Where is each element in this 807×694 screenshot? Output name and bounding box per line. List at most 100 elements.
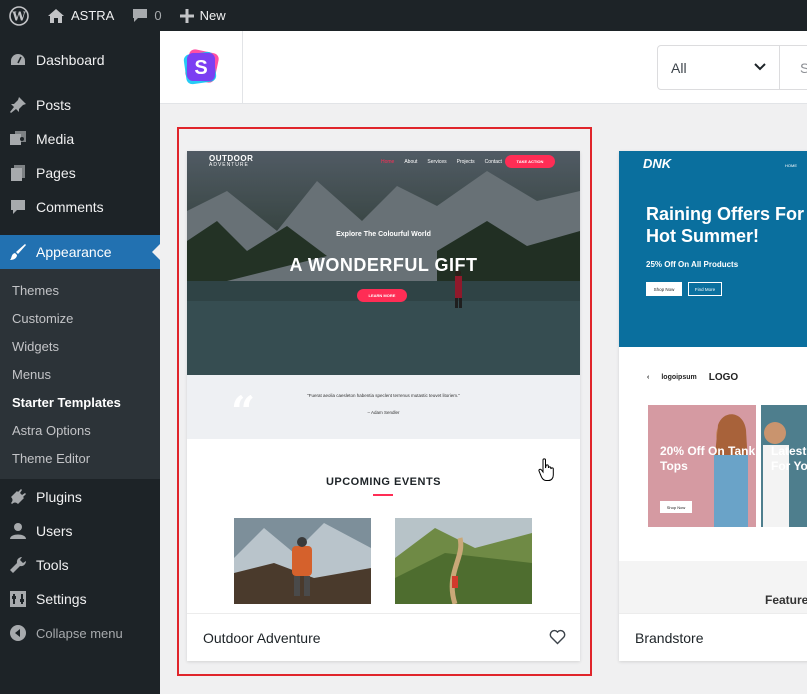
promo-shop-button: Shop Now [660, 501, 692, 513]
heart-icon[interactable] [549, 629, 566, 645]
new-content-link[interactable]: New [171, 0, 235, 31]
chevron-down-icon [754, 63, 766, 71]
sidebar-item-label: Pages [36, 165, 76, 181]
template-name: Brandstore [635, 629, 704, 646]
brandstore-preview-nav: HOME [785, 163, 797, 168]
template-card-footer: Brandstore [619, 613, 807, 661]
outdoor-preview-logo: OUTDOOR ADVENTURE [209, 154, 254, 169]
submenu-item-widgets[interactable]: Widgets [12, 332, 59, 360]
promo-title: 20% Off On Tank Tops [660, 444, 756, 473]
template-name: Outdoor Adventure [203, 629, 321, 646]
plus-icon [179, 8, 194, 23]
sidebar-item-label: Plugins [36, 489, 82, 505]
sidebar-item-appearance[interactable]: Appearance [0, 235, 160, 269]
starter-templates-header: S All S [160, 31, 807, 104]
events-divider [373, 494, 393, 496]
collapse-menu-button[interactable]: Collapse menu [0, 616, 160, 650]
sidebar-item-label: Appearance [36, 244, 112, 260]
sidebar-item-label: Users [36, 523, 73, 539]
admin-bar: W ASTRA 0 New [0, 0, 807, 31]
sidebar-item-label: Comments [36, 199, 104, 215]
brandstore-promo-tank-tops: 20% Off On Tank Tops Shop Now [648, 405, 756, 527]
brandstore-preview-title: Raining Offers For Hot Summer! [646, 204, 805, 246]
outdoor-hero-preview: OUTDOOR ADVENTURE Home About Services Pr… [187, 151, 580, 375]
hand-cursor-icon [538, 458, 554, 481]
outdoor-preview-events-title: UPCOMING EVENTS [325, 476, 442, 488]
collapse-label: Collapse menu [36, 625, 123, 641]
pages-icon [0, 164, 36, 182]
comment-icon [0, 198, 36, 216]
sidebar-item-media[interactable]: Media [0, 122, 160, 156]
outdoor-preview-links: Home About Services Projects Contact [381, 159, 502, 165]
outdoor-preview-cta: TAKE ACTION [505, 155, 555, 168]
submenu-item-theme-editor[interactable]: Theme Editor [12, 444, 90, 472]
comments-count: 0 [154, 8, 162, 23]
pin-icon [0, 96, 36, 114]
new-label: New [199, 8, 226, 23]
brand-logo-1: logoipsum [661, 373, 697, 381]
brandstore-featured-title: Feature [765, 593, 807, 607]
brandstore-hero-preview: DNK HOME Raining Offers For Hot Summer! … [619, 151, 807, 347]
starter-templates-logo-icon: S [183, 49, 219, 85]
template-filter-select[interactable]: All [657, 45, 780, 90]
site-name-link[interactable]: ASTRA [38, 0, 123, 31]
comments-link[interactable]: 0 [123, 0, 170, 31]
sidebar-item-posts[interactable]: Posts [0, 88, 160, 122]
sidebar-item-label: Dashboard [36, 52, 105, 68]
sidebar-item-label: Settings [36, 591, 87, 607]
outdoor-preview-kicker: Explore The Colourful World [336, 231, 431, 238]
submenu-item-customize[interactable]: Customize [12, 304, 73, 332]
outdoor-preview-title: A WONDERFUL GIFT [289, 255, 478, 275]
home-icon [48, 8, 64, 23]
template-card-brandstore[interactable]: DNK HOME Raining Offers For Hot Summer! … [619, 151, 807, 661]
brandstore-preview-subtitle: 25% Off On All Products [646, 260, 739, 269]
template-card-outdoor-adventure[interactable]: OUTDOOR ADVENTURE Home About Services Pr… [187, 151, 580, 661]
sidebar-item-tools[interactable]: Tools [0, 548, 160, 582]
brand-logo-2: LOGO [708, 371, 739, 383]
event-image-hiker [234, 518, 371, 604]
outdoor-preview-quote: “ "Fuerat aeolia caesleton habentia spec… [187, 375, 580, 439]
sidebar-item-comments[interactable]: Comments [0, 190, 160, 224]
template-card-footer: Outdoor Adventure [187, 613, 580, 661]
site-name: ASTRA [71, 8, 115, 23]
appearance-submenu: Themes Customize Widgets Menus Starter T… [0, 269, 160, 479]
starter-templates-logo[interactable]: S [160, 31, 243, 103]
sidebar-item-settings[interactable]: Settings [0, 582, 160, 616]
plug-icon [0, 488, 36, 506]
chevron-left-icon: ‹ [647, 373, 650, 381]
quote-author: – Adam Sendler [367, 410, 400, 415]
sidebar-item-label: Tools [36, 557, 69, 573]
media-icon [0, 130, 36, 148]
brandstore-preview-more-button: Find More [688, 282, 722, 296]
template-search-input[interactable]: S [780, 45, 807, 90]
admin-sidebar: Dashboard Posts Media Pages Comments App… [0, 31, 160, 694]
wordpress-icon: W [9, 5, 29, 26]
brandstore-preview-shop-button: Shop Now [646, 282, 682, 296]
settings-icon [0, 590, 36, 608]
collapse-arrow-icon [0, 624, 36, 642]
main-content: S All S OUTDOOR ADVENTURE Home About Ser… [160, 31, 807, 694]
brandstore-preview-logo: DNK [643, 156, 672, 171]
submenu-item-themes[interactable]: Themes [12, 276, 59, 304]
outdoor-preview-button: LEARN MORE [357, 289, 407, 302]
filter-value: All [671, 59, 687, 76]
sidebar-item-label: Posts [36, 97, 72, 113]
comment-icon [133, 9, 148, 22]
sidebar-item-plugins[interactable]: Plugins [0, 480, 160, 514]
submenu-item-starter-templates[interactable]: Starter Templates [12, 388, 121, 416]
sidebar-item-dashboard[interactable]: Dashboard [0, 43, 160, 77]
dashboard-icon [0, 51, 36, 69]
sidebar-item-pages[interactable]: Pages [0, 156, 160, 190]
submenu-item-astra-options[interactable]: Astra Options [12, 416, 91, 444]
wordpress-logo-button[interactable]: W [0, 0, 38, 31]
wrench-icon [0, 556, 36, 574]
quote-text: "Fuerat aeolia caesleton habentia specle… [307, 393, 460, 398]
search-placeholder: S [800, 59, 807, 76]
submenu-item-menus[interactable]: Menus [12, 360, 51, 388]
sidebar-item-label: Media [36, 131, 75, 147]
svg-text:W: W [11, 9, 26, 23]
promo2-title: Latest For Yo [771, 444, 807, 473]
brandstore-promo-latest: Latest For Yo [761, 405, 807, 527]
sidebar-item-users[interactable]: Users [0, 514, 160, 548]
brandstore-preview-brands: ‹ logoipsum LOGO [619, 367, 807, 387]
